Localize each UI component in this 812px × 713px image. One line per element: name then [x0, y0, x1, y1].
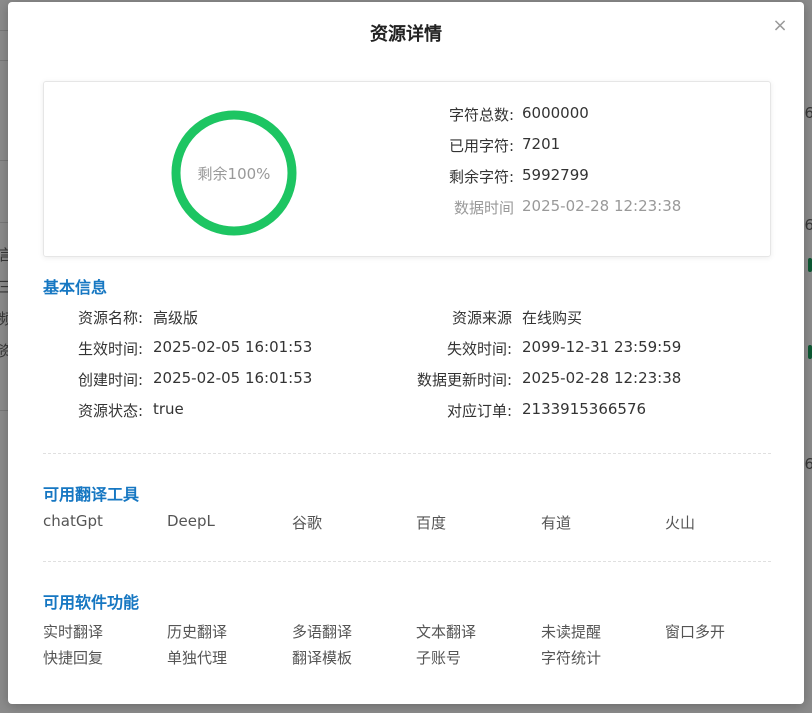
stat-used-chars: 已用字符: 7201	[406, 135, 560, 157]
info-label: 资源状态:	[77, 402, 143, 420]
tool-item: 火山	[665, 514, 696, 532]
info-label: 资源来源	[451, 309, 512, 327]
info-label: 对应订单:	[446, 402, 512, 420]
stat-value: 7201	[522, 135, 561, 153]
info-value: 高级版	[153, 309, 199, 327]
feature-item: 未读提醒	[541, 623, 602, 641]
close-icon[interactable]: ×	[770, 16, 790, 36]
stat-value: 2025-02-28 12:23:38	[522, 197, 682, 215]
features-title: 可用软件功能	[43, 593, 140, 612]
info-resource-name: 资源名称: 高级版	[43, 307, 198, 329]
stat-remaining-chars: 剩余字符: 5992799	[406, 166, 589, 188]
info-label: 创建时间:	[77, 371, 143, 389]
feature-item: 翻译模板	[292, 649, 353, 667]
feature-item: 多语翻译	[292, 623, 353, 641]
info-label: 失效时间:	[446, 340, 512, 358]
stat-value: 5992799	[522, 166, 589, 184]
tools-title: 可用翻译工具	[43, 485, 140, 504]
info-expire-time: 失效时间: 2099-12-31 23:59:59	[372, 338, 681, 360]
stat-total-chars: 字符总数: 6000000	[406, 104, 589, 126]
stat-label: 已用字符:	[448, 137, 514, 155]
feature-item: 文本翻译	[416, 623, 477, 641]
info-value: 2025-02-05 16:01:53	[153, 369, 313, 387]
info-value: 2099-12-31 23:59:59	[522, 338, 682, 356]
info-label: 资源名称:	[77, 309, 143, 327]
info-label: 生效时间:	[77, 340, 143, 358]
resource-detail-dialog: 资源详情 × 剩余100% 字符总数: 6000000 已用字符: 7201 剩…	[8, 2, 804, 704]
stat-value: 6000000	[522, 104, 589, 122]
info-value: true	[153, 400, 184, 418]
dialog-title: 资源详情	[370, 24, 442, 45]
info-value: 2025-02-05 16:01:53	[153, 338, 313, 356]
feature-item: 子账号	[416, 649, 462, 667]
info-update-time: 数据更新时间: 2025-02-28 12:23:38	[372, 369, 681, 391]
section-divider	[43, 561, 771, 562]
tool-item: 百度	[416, 514, 447, 532]
info-effective-time: 生效时间: 2025-02-05 16:01:53	[43, 338, 312, 360]
info-created-time: 创建时间: 2025-02-05 16:01:53	[43, 369, 312, 391]
info-value: 2025-02-28 12:23:38	[522, 369, 682, 387]
info-value: 2133915366576	[522, 400, 647, 418]
stat-label: 数据时间	[453, 199, 514, 217]
section-divider	[43, 453, 771, 454]
remaining-ring: 剩余100%	[171, 110, 297, 236]
stat-label: 字符总数:	[448, 106, 514, 124]
info-order-number: 对应订单: 2133915366576	[372, 400, 646, 422]
feature-item: 字符统计	[541, 649, 602, 667]
feature-item: 实时翻译	[43, 623, 104, 641]
info-label: 数据更新时间:	[416, 371, 512, 389]
feature-item: 窗口多开	[665, 623, 726, 641]
feature-item: 历史翻译	[167, 623, 228, 641]
tool-item: 谷歌	[292, 514, 323, 532]
info-resource-status: 资源状态: true	[43, 400, 184, 422]
info-value: 在线购买	[522, 309, 583, 327]
basic-info-title: 基本信息	[43, 278, 108, 297]
feature-item: 快捷回复	[43, 649, 104, 667]
ring-label: 剩余100%	[197, 164, 271, 183]
stat-data-time: 数据时间 2025-02-28 12:23:38	[406, 197, 681, 219]
info-resource-source: 资源来源 在线购买	[372, 307, 582, 329]
tool-item: 有道	[541, 514, 572, 532]
feature-item: 单独代理	[167, 649, 228, 667]
usage-card: 剩余100% 字符总数: 6000000 已用字符: 7201 剩余字符: 59…	[43, 81, 771, 257]
stat-label: 剩余字符:	[448, 168, 514, 186]
tool-item: chatGpt	[43, 512, 103, 530]
tool-item: DeepL	[167, 512, 215, 530]
